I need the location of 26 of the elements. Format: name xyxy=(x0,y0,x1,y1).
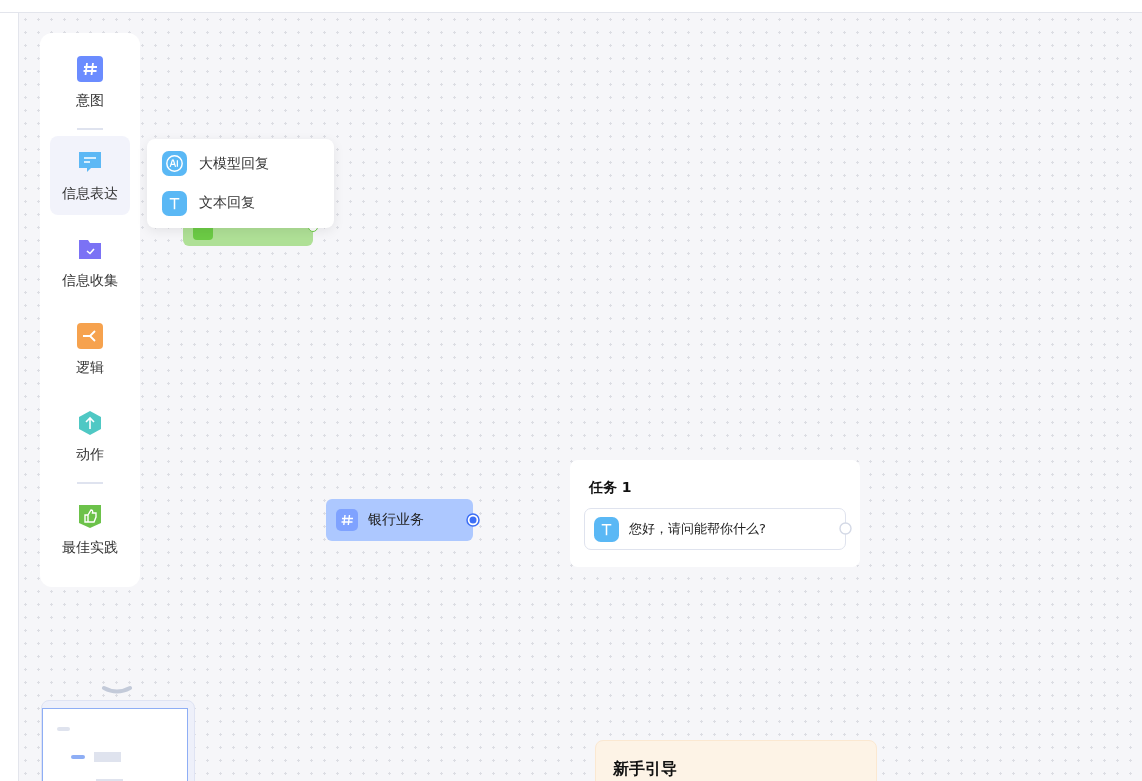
palette-item[interactable]: 最佳实践 xyxy=(50,489,130,569)
intent-node[interactable]: 银行业务 xyxy=(326,499,473,541)
card-title: 新手引导 xyxy=(613,759,677,778)
port-handle[interactable] xyxy=(466,513,480,527)
minimap-drawing xyxy=(57,727,123,781)
message-row[interactable]: 您好，请问能帮你什么? xyxy=(584,508,846,550)
palette-item[interactable]: 逻辑 xyxy=(50,310,130,390)
upload-icon xyxy=(77,410,103,437)
minimap[interactable] xyxy=(41,700,195,781)
menu-item[interactable]: 大模型回复 xyxy=(162,151,319,177)
branch-icon xyxy=(77,323,103,350)
hash-icon xyxy=(336,509,358,531)
menu-item[interactable]: 文本回复 xyxy=(162,190,319,216)
palette-item[interactable]: 信息收集 xyxy=(50,222,130,302)
message-text: 您好，请问能帮你什么? xyxy=(629,520,766,538)
chevron-icon[interactable] xyxy=(101,685,133,695)
node-label: 银行业务 xyxy=(368,511,424,529)
card-title: 任务 1 xyxy=(589,478,632,496)
thumbs-up-icon xyxy=(77,502,103,529)
text-icon xyxy=(162,190,187,216)
text-icon xyxy=(594,516,619,542)
ai-icon xyxy=(162,151,187,177)
palette-item[interactable]: 信息表达 xyxy=(50,135,130,215)
palette-item[interactable]: 动作 xyxy=(50,397,130,477)
hash-icon xyxy=(77,56,103,83)
palette-item[interactable]: 意图 xyxy=(50,43,130,123)
